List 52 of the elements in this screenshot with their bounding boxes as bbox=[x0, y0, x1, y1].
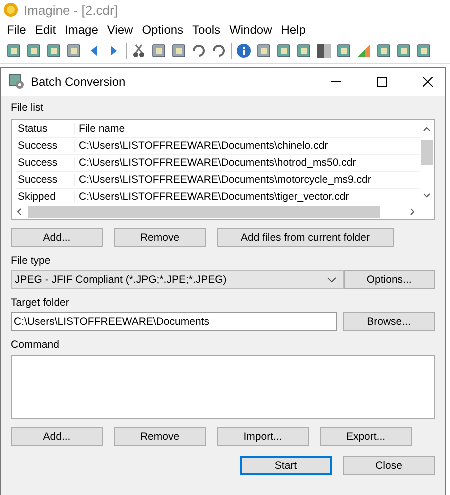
menu-item[interactable]: View bbox=[104, 22, 140, 36]
dropdown-caret-icon[interactable] bbox=[326, 276, 337, 282]
gear-image-icon bbox=[9, 74, 25, 90]
app-title: Imagine - [2.cdr] bbox=[24, 2, 118, 18]
command-button[interactable]: Export... bbox=[320, 427, 412, 446]
scroll-down-icon[interactable] bbox=[423, 193, 431, 199]
menu-item[interactable]: Image bbox=[62, 22, 104, 36]
field-label: File type bbox=[11, 255, 51, 267]
column-header[interactable]: Status bbox=[16, 122, 74, 134]
browse-button[interactable]: Browse... bbox=[343, 312, 435, 331]
file-name-cell: C:\Users\LISTOFFREEWARE\Documents\motorcycle_ms9.cdr bbox=[74, 174, 372, 186]
file-name-cell: C:\Users\LISTOFFREEWARE\Documents\hotrod_ms50.cdr bbox=[74, 157, 356, 169]
sun-logo-icon bbox=[3, 2, 19, 18]
status-cell-text: Success bbox=[17, 140, 59, 152]
file-name-cell: C:\Users\LISTOFFREEWARE\Documents\tiger_vector.cdr bbox=[74, 191, 350, 203]
scroll-left-icon[interactable] bbox=[16, 208, 22, 216]
cut-icon[interactable] bbox=[131, 43, 147, 59]
command-button[interactable]: Add... bbox=[11, 427, 103, 446]
file-list-button[interactable]: Remove bbox=[114, 228, 206, 247]
command-button[interactable]: Remove bbox=[114, 427, 206, 446]
menu-item[interactable]: Options bbox=[139, 22, 190, 36]
dialog-button[interactable]: Close bbox=[343, 456, 435, 475]
status-cell-text: Success bbox=[17, 174, 59, 186]
gradient-icon[interactable] bbox=[316, 43, 332, 59]
scroll-up-icon[interactable] bbox=[423, 126, 431, 132]
dialog-title: Batch Conversion bbox=[31, 75, 126, 89]
status-cell-text: Success bbox=[17, 157, 59, 169]
target-folder-field[interactable]: C:\Users\LISTOFFREEWARE\Documents bbox=[11, 312, 337, 331]
redo-icon[interactable] bbox=[211, 43, 227, 59]
close-icon[interactable] bbox=[423, 77, 433, 87]
command-button[interactable]: Import... bbox=[217, 427, 309, 446]
menu-item[interactable]: File bbox=[4, 22, 32, 36]
file-list-button[interactable]: Add files from current folder bbox=[217, 228, 394, 247]
info-icon[interactable] bbox=[236, 43, 252, 59]
file-type-dropdown[interactable]: JPEG - JFIF Compliant (*.JPG;*.JPE;*.JPEG) bbox=[11, 270, 344, 289]
options-button[interactable]: Options... bbox=[344, 270, 435, 289]
dialog-button[interactable]: Start bbox=[240, 456, 332, 475]
file-list-button[interactable]: Add... bbox=[11, 228, 103, 247]
menu-item[interactable]: Help bbox=[278, 22, 312, 36]
field-label: Command bbox=[11, 339, 60, 351]
section-label: File list bbox=[11, 102, 44, 114]
column-header[interactable]: File name bbox=[74, 122, 126, 134]
command-field[interactable] bbox=[11, 355, 435, 419]
file-name-cell: C:\Users\LISTOFFREEWARE\Documents\chinelo.cdr bbox=[74, 140, 328, 152]
field-label: Target folder bbox=[11, 297, 70, 309]
menu-item[interactable]: Edit bbox=[32, 22, 62, 36]
menu-item[interactable]: Tools bbox=[190, 22, 227, 36]
status-cell-text: Skipped bbox=[17, 191, 57, 203]
scroll-right-icon[interactable] bbox=[410, 208, 416, 216]
menu-item[interactable]: Window bbox=[226, 22, 278, 36]
maximize-icon[interactable] bbox=[377, 77, 387, 87]
undo-icon[interactable] bbox=[191, 43, 207, 59]
